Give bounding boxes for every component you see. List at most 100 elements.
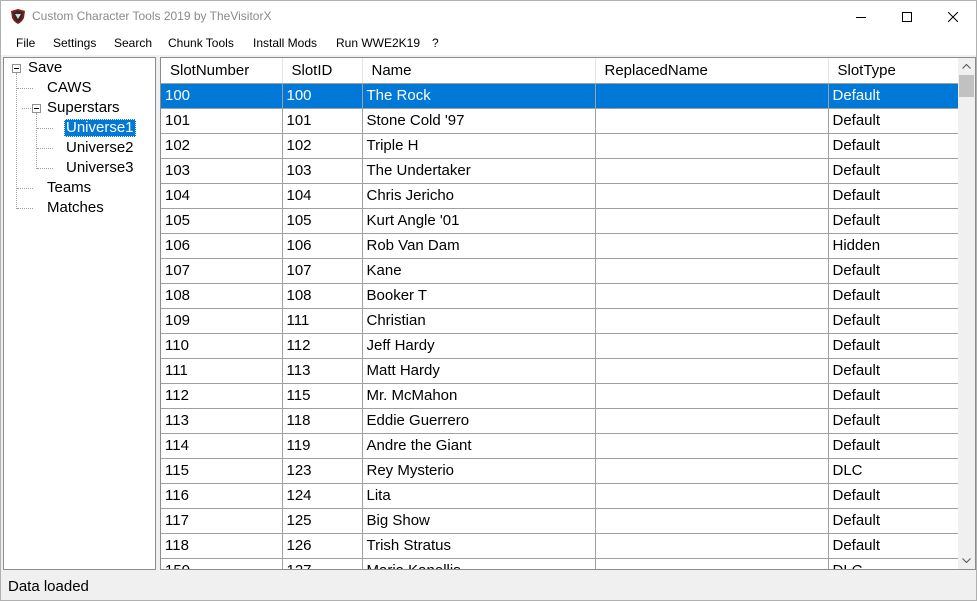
table-cell[interactable]: 127 (282, 558, 363, 569)
tree-item-caws[interactable]: CAWS (45, 79, 93, 97)
menu-install-mods[interactable]: Install Mods (253, 36, 317, 50)
table-row[interactable]: 103 103 The Undertaker Default (161, 158, 958, 184)
maximize-button[interactable] (884, 1, 930, 32)
table-row[interactable]: 107 107 Kane Default (161, 258, 958, 284)
table-cell[interactable] (595, 333, 829, 359)
table-cell[interactable]: Andre the Giant (362, 433, 596, 459)
table-cell[interactable]: 111 (161, 358, 283, 384)
table-cell[interactable] (595, 308, 829, 334)
table-cell[interactable] (595, 258, 829, 284)
table-cell[interactable]: Default (828, 133, 958, 159)
table-cell[interactable]: Default (828, 83, 958, 109)
table-row[interactable]: 117 125 Big Show Default (161, 508, 958, 534)
table-cell[interactable]: Default (828, 383, 958, 409)
table-row[interactable]: 104 104 Chris Jericho Default (161, 183, 958, 209)
table-cell[interactable]: 104 (161, 183, 283, 209)
table-cell[interactable]: 116 (161, 483, 283, 509)
table-cell[interactable]: 150 (161, 558, 283, 569)
table-cell[interactable]: Default (828, 433, 958, 459)
table-cell[interactable]: Kurt Angle '01 (362, 208, 596, 234)
table-cell[interactable]: Hidden (828, 233, 958, 259)
table-cell[interactable]: 125 (282, 508, 363, 534)
table-cell[interactable]: Default (828, 483, 958, 509)
table-cell[interactable] (595, 508, 829, 534)
menu-help[interactable]: ? (432, 36, 439, 50)
table-cell[interactable]: 105 (282, 208, 363, 234)
menu-settings[interactable]: Settings (53, 36, 96, 50)
table-cell[interactable]: 107 (161, 258, 283, 284)
table-row[interactable]: 115 123 Rey Mysterio DLC (161, 458, 958, 484)
table-cell[interactable] (595, 283, 829, 309)
table-cell[interactable]: 104 (282, 183, 363, 209)
table-row[interactable]: 114 119 Andre the Giant Default (161, 433, 958, 459)
table-cell[interactable] (595, 433, 829, 459)
table-cell[interactable]: 102 (161, 133, 283, 159)
tree-item-universe1[interactable]: Universe1 (64, 119, 136, 137)
scroll-down-button[interactable] (958, 552, 975, 569)
table-cell[interactable]: 123 (282, 458, 363, 484)
tree-item-universe2[interactable]: Universe2 (64, 139, 136, 157)
table-cell[interactable]: 101 (161, 108, 283, 134)
tree-item-matches[interactable]: Matches (45, 199, 106, 217)
table-cell[interactable] (595, 358, 829, 384)
table-cell[interactable]: Default (828, 408, 958, 434)
table-cell[interactable] (595, 533, 829, 559)
table-row[interactable]: 106 106 Rob Van Dam Hidden (161, 233, 958, 259)
table-row[interactable]: 116 124 Lita Default (161, 483, 958, 509)
title-bar[interactable]: Custom Character Tools 2019 by TheVisito… (1, 1, 976, 32)
table-cell[interactable] (595, 158, 829, 184)
table-row[interactable]: 118 126 Trish Stratus Default (161, 533, 958, 559)
table-row[interactable]: 150127Maria Kanellis DLC (161, 558, 958, 569)
table-cell[interactable]: 107 (282, 258, 363, 284)
table-row[interactable]: 109 111 Christian Default (161, 308, 958, 334)
minimize-button[interactable] (838, 1, 884, 32)
vertical-scrollbar[interactable] (958, 58, 975, 569)
table-cell[interactable]: Chris Jericho (362, 183, 596, 209)
table-cell[interactable] (595, 183, 829, 209)
table-cell[interactable]: DLC (828, 458, 958, 484)
table-row[interactable]: 111 113 Matt Hardy Default (161, 358, 958, 384)
table-row[interactable]: 105 105 Kurt Angle '01 Default (161, 208, 958, 234)
column-header-slottype[interactable]: SlotType (828, 58, 958, 84)
table-cell[interactable]: Booker T (362, 283, 596, 309)
table-cell[interactable] (595, 458, 829, 484)
table-cell[interactable]: 119 (282, 433, 363, 459)
table-cell[interactable]: 101 (282, 108, 363, 134)
table-row[interactable]: 100 100 The Rock Default (161, 83, 958, 109)
table-cell[interactable]: The Undertaker (362, 158, 596, 184)
table-cell[interactable]: Default (828, 208, 958, 234)
collapse-superstars-icon[interactable] (32, 104, 41, 113)
table-cell[interactable]: Rey Mysterio (362, 458, 596, 484)
menu-file[interactable]: File (16, 36, 35, 50)
table-cell[interactable]: 100 (161, 83, 283, 109)
column-header-replacedname[interactable]: ReplacedName (595, 58, 829, 84)
table-cell[interactable] (595, 383, 829, 409)
close-button[interactable] (930, 1, 976, 32)
table-cell[interactable]: Stone Cold '97 (362, 108, 596, 134)
table-cell[interactable]: The Rock (362, 83, 596, 109)
table-row[interactable]: 102 102 Triple H Default (161, 133, 958, 159)
table-cell[interactable]: 108 (282, 283, 363, 309)
table-cell[interactable]: 111 (282, 308, 363, 334)
tree-view[interactable]: Save CAWS Superstars Universe1 Universe2… (3, 57, 156, 570)
menu-chunk-tools[interactable]: Chunk Tools (168, 36, 234, 50)
table-cell[interactable]: Default (828, 308, 958, 334)
column-header-name[interactable]: Name (362, 58, 596, 84)
table-row[interactable]: 101 101 Stone Cold '97 Default (161, 108, 958, 134)
table-cell[interactable]: Lita (362, 483, 596, 509)
table-cell[interactable]: Christian (362, 308, 596, 334)
table-cell[interactable] (595, 133, 829, 159)
table-cell[interactable]: 102 (282, 133, 363, 159)
table-cell[interactable]: 112 (161, 383, 283, 409)
table-cell[interactable]: 108 (161, 283, 283, 309)
table-cell[interactable]: Default (828, 183, 958, 209)
table-cell[interactable]: DLC (828, 558, 958, 569)
tree-item-teams[interactable]: Teams (45, 179, 93, 197)
scroll-up-button[interactable] (958, 58, 975, 75)
table-cell[interactable]: Trish Stratus (362, 533, 596, 559)
table-cell[interactable]: Default (828, 358, 958, 384)
table-cell[interactable] (595, 233, 829, 259)
table-cell[interactable]: 109 (161, 308, 283, 334)
menu-run[interactable]: Run WWE2K19 (336, 36, 420, 50)
table-cell[interactable] (595, 208, 829, 234)
